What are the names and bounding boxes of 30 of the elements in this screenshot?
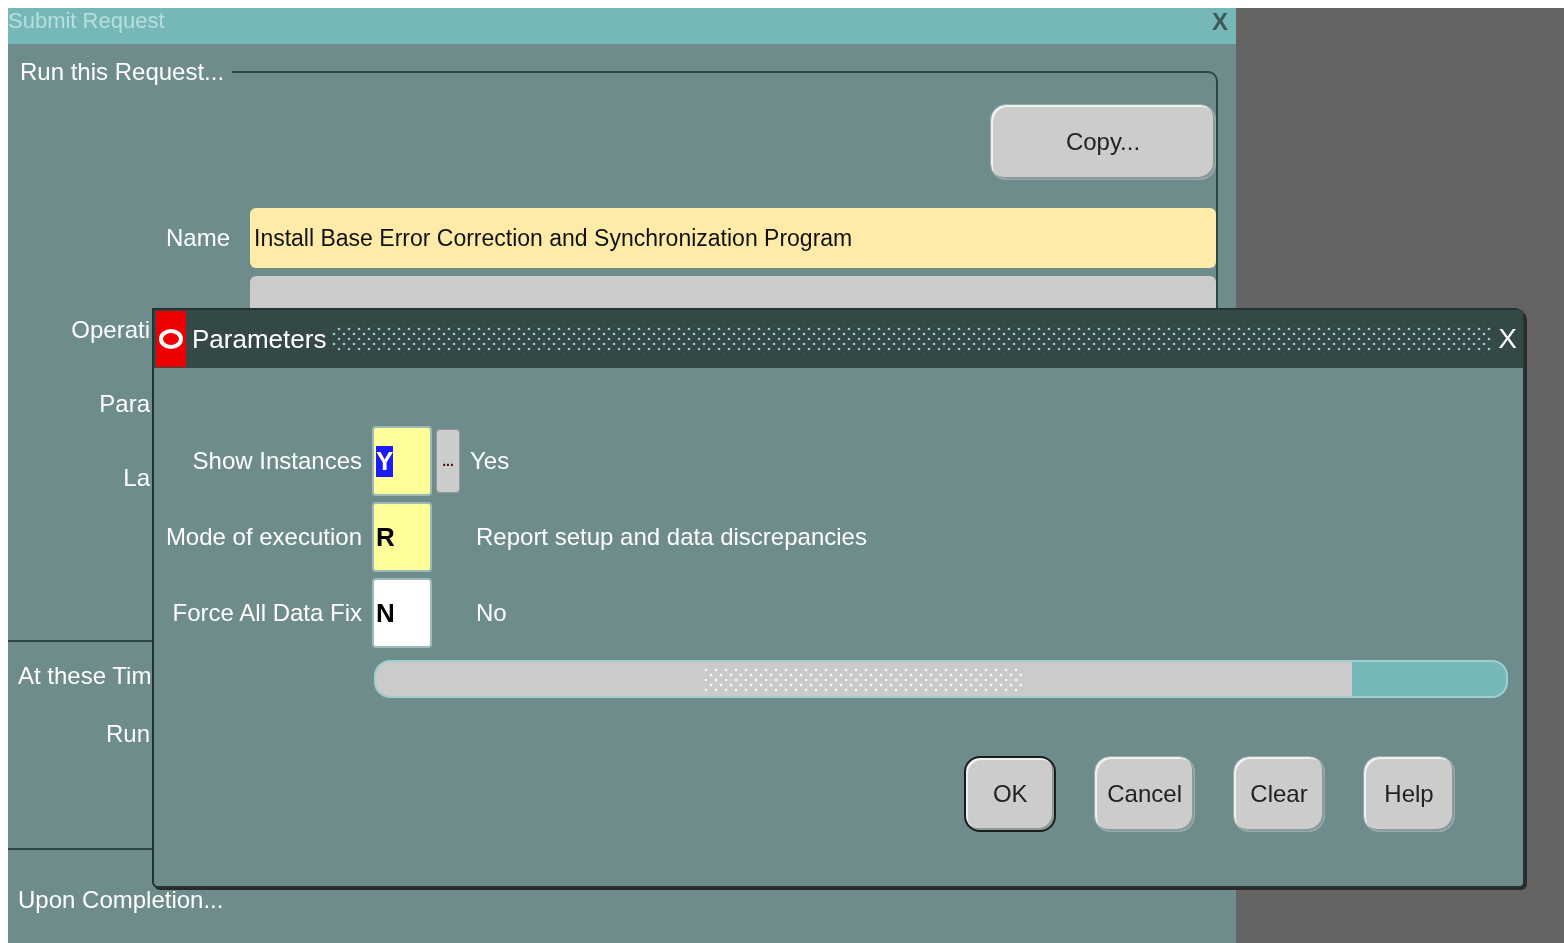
parameter-field[interactable]: R [372,502,432,572]
scroll-thumb[interactable] [376,662,1352,696]
field-label: Run [104,720,150,748]
window-title: Submit Request [8,8,165,34]
dialog-button[interactable]: Clear [1233,756,1325,832]
app-logo-icon [156,311,186,367]
field-label: Operati [70,316,150,344]
parameter-field[interactable]: N [372,578,432,648]
horizontal-scrollbar[interactable] [374,660,1508,698]
parameter-label: Force All Data Fix [171,599,362,627]
parameter-field[interactable]: Y [372,426,432,496]
section-heading: At these Tim [18,662,152,690]
section-heading: Run this Request... [19,58,226,86]
copy-button[interactable]: Copy... [990,104,1216,180]
section-heading: Upon Completion... [18,886,224,914]
list-of-values-button[interactable]: ... [436,429,460,493]
dialog-button[interactable]: Help [1363,756,1455,832]
field-label: Name [164,224,230,252]
dialog-title: Parameters [192,323,327,355]
close-button[interactable]: X [1498,323,1517,355]
parameter-description: Yes [470,447,510,475]
field-label: La [122,464,150,492]
name-field[interactable]: Install Base Error Correction and Synchronization Program [250,208,1216,268]
dialog-button[interactable]: OK [964,756,1057,832]
dialog-button[interactable]: Cancel [1094,756,1195,832]
parameter-label: Mode of execution [164,523,362,551]
parameter-description: Report setup and data discrepancies [476,523,867,551]
field-label: Para [98,390,150,418]
parameter-description: No [476,599,507,627]
parameter-label: Show Instances [191,447,362,475]
